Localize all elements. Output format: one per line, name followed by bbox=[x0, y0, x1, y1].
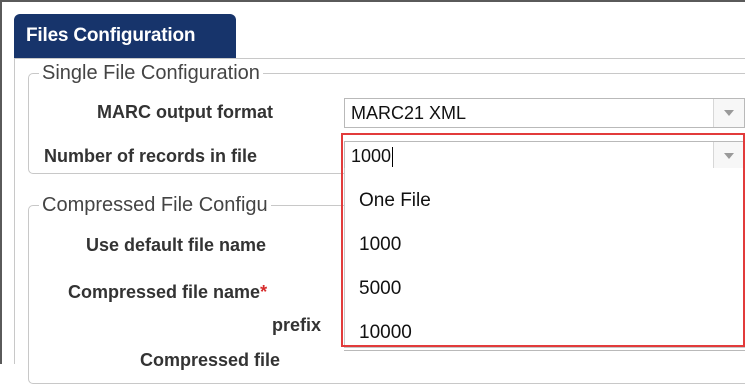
marc-output-format-label: MARC output format bbox=[97, 102, 273, 122]
records-in-file-dropdown-list: One File 1000 5000 10000 bbox=[344, 168, 745, 348]
compressed-file-name-prefix-label: Compressed file name* bbox=[68, 282, 268, 302]
text-cursor bbox=[392, 147, 394, 168]
marc-output-format-value: MARC21 XML bbox=[351, 103, 467, 123]
compressed-file-field[interactable] bbox=[344, 350, 745, 364]
required-asterisk: * bbox=[260, 282, 268, 302]
window-frame-top bbox=[0, 0, 745, 2]
use-default-file-name-label: Use default file name bbox=[86, 235, 267, 255]
dropdown-option[interactable]: 1000 bbox=[359, 234, 401, 256]
dropdown-option[interactable]: 5000 bbox=[359, 278, 401, 300]
dropdown-option[interactable]: One File bbox=[359, 190, 431, 212]
window-frame-left bbox=[0, 0, 2, 364]
records-in-file-input[interactable]: 1000 bbox=[351, 146, 391, 166]
chevron-down-icon[interactable] bbox=[713, 142, 744, 170]
single-file-legend: Single File Configuration bbox=[42, 62, 260, 84]
compressed-file-label: Compressed file bbox=[140, 350, 281, 370]
records-in-file-combo[interactable]: 1000 bbox=[344, 141, 745, 171]
panel-title: Files Configuration bbox=[26, 25, 196, 46]
compressed-file-legend: Compressed File Configu bbox=[42, 194, 268, 216]
chevron-down-icon[interactable] bbox=[713, 99, 744, 127]
marc-output-format-select[interactable]: MARC21 XML bbox=[344, 98, 745, 128]
files-configuration-tab[interactable]: Files Configuration bbox=[14, 14, 236, 58]
dropdown-option[interactable]: 10000 bbox=[359, 322, 412, 344]
compressed-file-name-prefix-label-line2: prefix bbox=[272, 315, 322, 335]
records-in-file-label: Number of records in file bbox=[44, 146, 258, 166]
